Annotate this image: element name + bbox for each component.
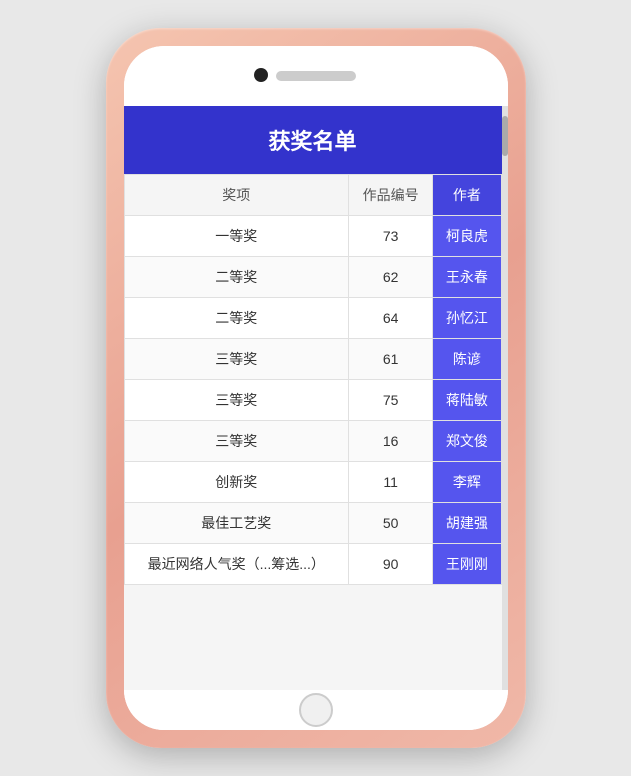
work-number-cell: 61 (349, 339, 433, 380)
table-container: 获奖名单 奖项 作品编号 作者 一等奖73柯良虎二等奖62王永春二等奖64孙忆江… (124, 106, 502, 585)
award-cell: 三等奖 (124, 421, 349, 462)
author-cell: 李辉 (433, 462, 501, 503)
camera-icon (254, 68, 268, 82)
table-row: 二等奖64孙忆江 (124, 298, 501, 339)
author-cell: 陈谚 (433, 339, 501, 380)
header-author: 作者 (433, 175, 501, 216)
author-cell: 胡建强 (433, 503, 501, 544)
author-cell: 蒋陆敏 (433, 380, 501, 421)
scrollbar-thumb[interactable] (502, 116, 508, 156)
table-row: 最佳工艺奖50胡建强 (124, 503, 501, 544)
phone-frame: 获奖名单 奖项 作品编号 作者 一等奖73柯良虎二等奖62王永春二等奖64孙忆江… (106, 28, 526, 748)
award-cell: 创新奖 (124, 462, 349, 503)
table-row: 一等奖73柯良虎 (124, 216, 501, 257)
table-row: 创新奖11李辉 (124, 462, 501, 503)
speaker (276, 71, 356, 81)
home-button[interactable] (299, 693, 333, 727)
table-header-row: 奖项 作品编号 作者 (124, 175, 501, 216)
work-number-cell: 64 (349, 298, 433, 339)
author-cell: 郑文俊 (433, 421, 501, 462)
header-award: 奖项 (124, 175, 349, 216)
table-row: 三等奖61陈谚 (124, 339, 501, 380)
work-number-cell: 11 (349, 462, 433, 503)
work-number-cell: 73 (349, 216, 433, 257)
phone-top-bar (124, 46, 508, 106)
award-cell: 最近网络人气奖（...筹选...） (124, 544, 349, 585)
award-cell: 二等奖 (124, 257, 349, 298)
awards-table: 奖项 作品编号 作者 一等奖73柯良虎二等奖62王永春二等奖64孙忆江三等奖61… (124, 174, 502, 585)
table-row: 二等奖62王永春 (124, 257, 501, 298)
header-work-number: 作品编号 (349, 175, 433, 216)
award-cell: 二等奖 (124, 298, 349, 339)
award-cell: 三等奖 (124, 339, 349, 380)
author-cell: 王刚刚 (433, 544, 501, 585)
phone-screen: 获奖名单 奖项 作品编号 作者 一等奖73柯良虎二等奖62王永春二等奖64孙忆江… (124, 46, 508, 730)
table-row: 三等奖16郑文俊 (124, 421, 501, 462)
award-cell: 最佳工艺奖 (124, 503, 349, 544)
screen-content[interactable]: 获奖名单 奖项 作品编号 作者 一等奖73柯良虎二等奖62王永春二等奖64孙忆江… (124, 106, 508, 690)
scrollbar-track[interactable] (502, 106, 508, 690)
author-cell: 孙忆江 (433, 298, 501, 339)
author-cell: 王永春 (433, 257, 501, 298)
work-number-cell: 90 (349, 544, 433, 585)
author-cell: 柯良虎 (433, 216, 501, 257)
award-cell: 三等奖 (124, 380, 349, 421)
work-number-cell: 62 (349, 257, 433, 298)
work-number-cell: 75 (349, 380, 433, 421)
table-row: 三等奖75蒋陆敏 (124, 380, 501, 421)
work-number-cell: 16 (349, 421, 433, 462)
work-number-cell: 50 (349, 503, 433, 544)
award-cell: 一等奖 (124, 216, 349, 257)
phone-bottom-bar (124, 690, 508, 730)
table-title: 获奖名单 (124, 106, 502, 174)
table-row: 最近网络人气奖（...筹选...）90王刚刚 (124, 544, 501, 585)
